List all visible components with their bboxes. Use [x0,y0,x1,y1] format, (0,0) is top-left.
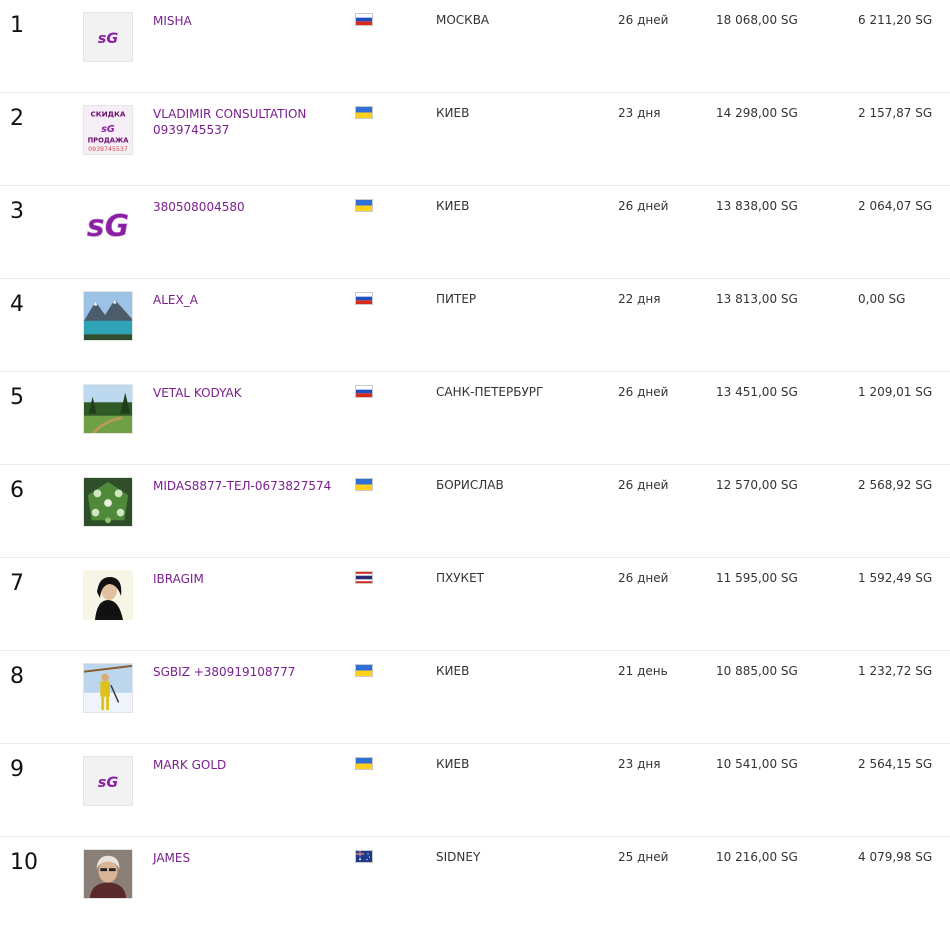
user-name-link[interactable]: VLADIMIR CONSULTATION 0939745537 [153,106,343,138]
bonus-amount: 1 592,49 SG [858,571,933,585]
ukraine-flag-icon [356,479,372,490]
total-amount: 13 813,00 SG [716,292,798,306]
table-row: 6 MIDAS8877-ТЕЛ-0673827574 БОРИСЛАВ 26 д… [0,465,950,558]
table-row: 7 IBRAGIM ПХУКЕТ 26 дней 11 595,00 SG 1 … [0,558,950,651]
snow-person-avatar[interactable] [83,663,133,713]
user-name-link[interactable]: VETAL KODYAK [153,385,343,401]
table-row: 1 sG MISHA МОСКВА 26 дней 18 068,00 SG 6… [0,0,950,93]
total-amount: 12 570,00 SG [716,478,798,492]
bonus-amount: 2 568,92 SG [858,478,933,492]
bonus-amount: 4 079,98 SG [858,850,933,864]
rank-number: 8 [10,664,24,689]
russia-flag-icon [356,14,372,25]
ukraine-flag-icon [356,758,372,769]
rank-number: 2 [10,106,24,131]
svg-text:sG: sG [98,31,119,47]
table-row: 9 sG MARK GOLD КИЕВ 23 дня 10 541,00 SG … [0,744,950,837]
user-name-link[interactable]: IBRAGIM [153,571,343,587]
table-row: 10 JAMES SIDNEY 25 дней 10 216,00 SG 4 0… [0,837,950,929]
user-name-link[interactable]: 380508004580 [153,199,343,215]
thailand-flag-icon [356,572,372,583]
rank-number: 4 [10,292,24,317]
ukraine-flag-icon [356,665,372,676]
user-name-link[interactable]: SGBIZ +380919108777 [153,664,343,680]
sg-logo-large-avatar[interactable]: sG [83,198,133,248]
city-label: КИЕВ [436,199,470,213]
bonus-amount: 6 211,20 SG [858,13,933,27]
rank-number: 1 [10,13,24,38]
total-amount: 10 885,00 SG [716,664,798,678]
svg-text:sG: sG [101,124,115,135]
total-amount: 10 216,00 SG [716,850,798,864]
russia-flag-icon [356,386,372,397]
sg-logo-avatar[interactable]: sG [83,756,133,806]
russia-flag-icon [356,293,372,304]
ukraine-flag-icon [356,107,372,118]
forest-field-avatar[interactable] [83,384,133,434]
days-label: 26 дней [618,478,669,492]
user-name-link[interactable]: ALEX_A [153,292,343,308]
bonus-amount: 2 064,07 SG [858,199,933,213]
days-label: 26 дней [618,199,669,213]
rank-number: 6 [10,478,24,503]
table-row: 3 sG 380508004580 КИЕВ 26 дней 13 838,00… [0,186,950,279]
rank-number: 9 [10,757,24,782]
city-label: SIDNEY [436,850,481,864]
leaderboard-table: 1 sG MISHA МОСКВА 26 дней 18 068,00 SG 6… [0,0,950,929]
avatar-text-top: СКИДКА [90,110,125,119]
days-label: 21 день [618,664,668,678]
total-amount: 14 298,00 SG [716,106,798,120]
days-label: 23 дня [618,106,661,120]
days-label: 23 дня [618,757,661,771]
sg-logo-avatar[interactable]: sG [83,12,133,62]
avatar-text-mid: ПРОДАЖА [88,136,130,144]
australia-flag-icon [356,851,372,862]
bonus-amount: 0,00 SG [858,292,906,306]
user-name-link[interactable]: MIDAS8877-ТЕЛ-0673827574 [153,478,343,494]
table-row: 8 SGBIZ +380919108777 КИЕВ 21 день 10 88… [0,651,950,744]
rank-number: 3 [10,199,24,224]
user-name-link[interactable]: MISHA [153,13,343,29]
green-game-avatar[interactable] [83,477,133,527]
city-label: БОРИСЛАВ [436,478,504,492]
city-label: ПИТЕР [436,292,477,306]
table-row: 2 СКИДКА sG ПРОДАЖА 0939745537 VLADIMIR … [0,93,950,186]
city-label: ПХУКЕТ [436,571,484,585]
city-label: САНК-ПЕТЕРБУРГ [436,385,544,399]
days-label: 25 дней [618,850,669,864]
table-row: 4 ALEX_A ПИТЕР 22 дня 13 813,00 SG 0,00 … [0,279,950,372]
total-amount: 13 451,00 SG [716,385,798,399]
city-label: КИЕВ [436,106,470,120]
ukraine-flag-icon [356,200,372,211]
bonus-amount: 2 157,87 SG [858,106,933,120]
days-label: 26 дней [618,385,669,399]
user-name-link[interactable]: MARK GOLD [153,757,343,773]
days-label: 26 дней [618,13,669,27]
total-amount: 11 595,00 SG [716,571,798,585]
rank-number: 10 [10,850,38,875]
total-amount: 13 838,00 SG [716,199,798,213]
person-portrait-avatar[interactable] [83,570,133,620]
days-label: 22 дня [618,292,661,306]
mountain-lake-avatar[interactable] [83,291,133,341]
promo-sale-avatar[interactable]: СКИДКА sG ПРОДАЖА 0939745537 [83,105,133,155]
total-amount: 10 541,00 SG [716,757,798,771]
rank-number: 5 [10,385,24,410]
man-portrait-avatar[interactable] [83,849,133,899]
city-label: КИЕВ [436,757,470,771]
bonus-amount: 1 209,01 SG [858,385,933,399]
svg-text:sG: sG [87,209,129,244]
avatar-text-bottom: 0939745537 [88,146,128,153]
user-name-link[interactable]: JAMES [153,850,343,866]
days-label: 26 дней [618,571,669,585]
bonus-amount: 2 564,15 SG [858,757,933,771]
city-label: МОСКВА [436,13,490,27]
city-label: КИЕВ [436,664,470,678]
rank-number: 7 [10,571,24,596]
table-row: 5 VETAL KODYAK САНК-ПЕТЕРБУРГ 26 дней 13… [0,372,950,465]
svg-text:sG: sG [98,775,119,791]
total-amount: 18 068,00 SG [716,13,798,27]
bonus-amount: 1 232,72 SG [858,664,933,678]
